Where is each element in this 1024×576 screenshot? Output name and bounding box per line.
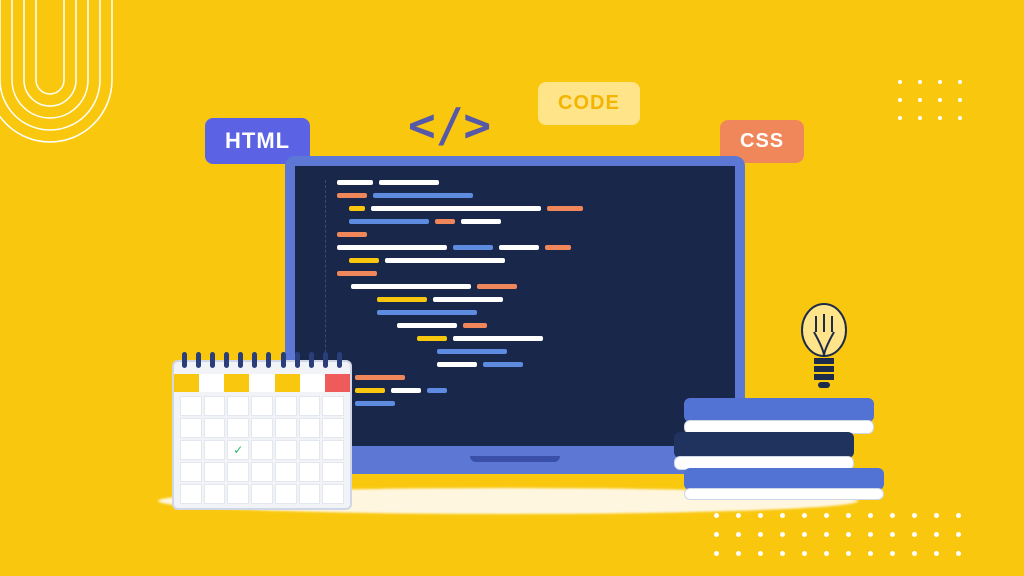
calendar-illustration: ✓ bbox=[172, 360, 352, 510]
u-arches-decoration bbox=[0, 0, 180, 200]
dot-grid-large bbox=[714, 513, 964, 556]
dot-grid-small bbox=[898, 80, 964, 120]
code-angle-icon: </> bbox=[408, 98, 491, 152]
code-editor-lines bbox=[337, 180, 717, 406]
code-chip: CODE bbox=[538, 82, 640, 125]
lightbulb-icon bbox=[794, 300, 854, 400]
books-stack bbox=[674, 400, 874, 500]
